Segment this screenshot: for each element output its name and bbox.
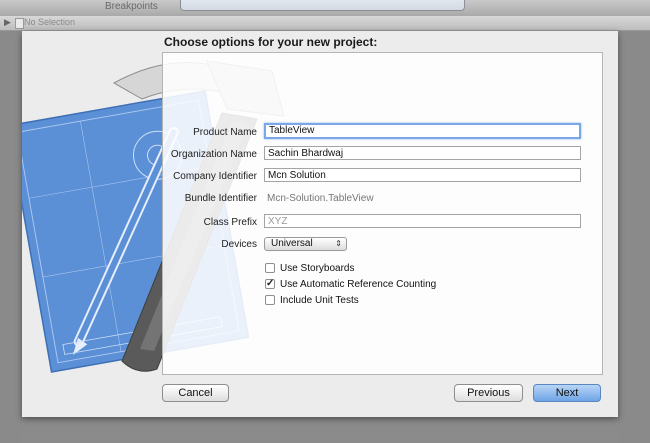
- devices-popup-value: Universal: [271, 238, 313, 249]
- left-background: [0, 31, 22, 443]
- product-name-label: Product Name: [193, 127, 257, 138]
- checkbox-label: Use Storyboards: [280, 263, 355, 274]
- activity-view: [180, 0, 465, 11]
- class-prefix-label: Class Prefix: [203, 217, 257, 228]
- devices-label: Devices: [221, 239, 257, 250]
- company-identifier-label: Company Identifier: [173, 171, 257, 182]
- bundle-identifier-value: Mcn-Solution.TableView: [267, 193, 374, 204]
- next-button[interactable]: Next: [533, 384, 601, 402]
- checkbox[interactable]: [265, 263, 275, 273]
- right-background: [618, 31, 650, 443]
- bundle-identifier-label: Bundle Identifier: [184, 193, 257, 204]
- file-icon: [15, 18, 24, 29]
- checkbox-label: Include Unit Tests: [280, 295, 359, 306]
- cancel-button[interactable]: Cancel: [162, 384, 229, 402]
- checkbox[interactable]: [265, 295, 275, 305]
- xcode-toolbar: Breakpoints: [0, 0, 650, 17]
- company-identifier-field[interactable]: Mcn Solution: [264, 168, 581, 182]
- devices-popup[interactable]: Universal ⇕: [264, 237, 347, 251]
- jump-bar: ▶ No Selection: [0, 16, 650, 31]
- class-prefix-field[interactable]: XYZ: [264, 214, 581, 228]
- play-icon[interactable]: ▶: [4, 17, 11, 28]
- sheet-title: Choose options for your new project:: [164, 35, 378, 49]
- previous-button[interactable]: Previous: [454, 384, 523, 402]
- organization-name-label: Organization Name: [170, 149, 257, 160]
- checkbox-checked[interactable]: ✓: [265, 279, 275, 289]
- jump-bar-crumb[interactable]: No Selection: [24, 17, 75, 27]
- organization-name-field[interactable]: Sachin Bhardwaj: [264, 146, 581, 160]
- breakpoints-label[interactable]: Breakpoints: [105, 1, 158, 12]
- up-down-chevron-icon: ⇕: [335, 239, 342, 248]
- new-project-sheet: Choose options for your new project: Pro…: [22, 31, 618, 417]
- checkbox-label: Use Automatic Reference Counting: [280, 279, 437, 290]
- product-name-field[interactable]: TableView: [264, 123, 581, 139]
